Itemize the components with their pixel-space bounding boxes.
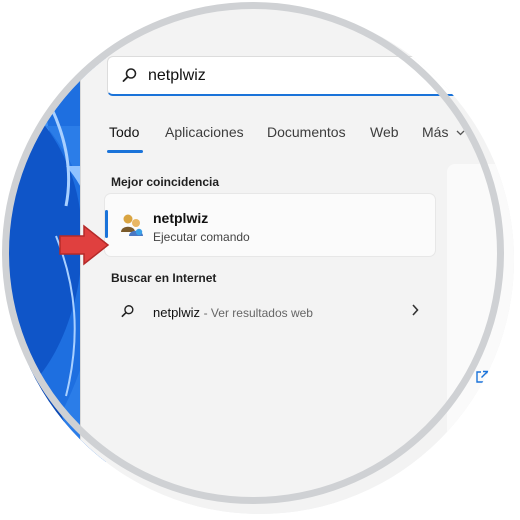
best-match-heading: Mejor coincidencia: [111, 175, 220, 189]
web-search-query: netplwiz: [153, 305, 200, 320]
best-match-subtitle: Ejecutar comando: [153, 230, 250, 244]
search-icon: [121, 305, 134, 318]
web-search-label: netplwiz - Ver resultados web: [153, 305, 313, 320]
screenshot-circle: Todo Aplicaciones Documentos Web Más Mej…: [6, 6, 514, 514]
web-search-result[interactable]: netplwiz - Ver resultados web: [105, 300, 435, 326]
search-panel: Todo Aplicaciones Documentos Web Más Mej…: [80, 6, 514, 514]
tab-documentos[interactable]: Documentos: [267, 124, 346, 140]
tab-mas-label: Más: [422, 124, 449, 140]
web-search-hint: - Ver resultados web: [203, 306, 313, 320]
chevron-down-icon: [456, 130, 465, 136]
best-match-name: netplwiz: [153, 210, 209, 226]
preview-pane: [447, 164, 514, 464]
open-external-icon[interactable]: [475, 370, 489, 384]
tab-mas[interactable]: Más: [422, 124, 465, 140]
active-tab-indicator: [107, 150, 143, 153]
search-input[interactable]: [148, 65, 448, 87]
tab-web[interactable]: Web: [370, 124, 399, 140]
tab-aplicaciones[interactable]: Aplicaciones: [165, 124, 244, 140]
red-arrow-pointer: [59, 224, 110, 266]
chevron-right-icon[interactable]: [411, 304, 419, 316]
tab-todo[interactable]: Todo: [109, 124, 139, 140]
search-icon: [122, 68, 137, 82]
best-match-result[interactable]: netplwiz Ejecutar comando: [105, 194, 435, 256]
search-box[interactable]: [107, 56, 514, 96]
users-icon: [121, 214, 143, 236]
web-search-heading: Buscar en Internet: [111, 271, 217, 285]
